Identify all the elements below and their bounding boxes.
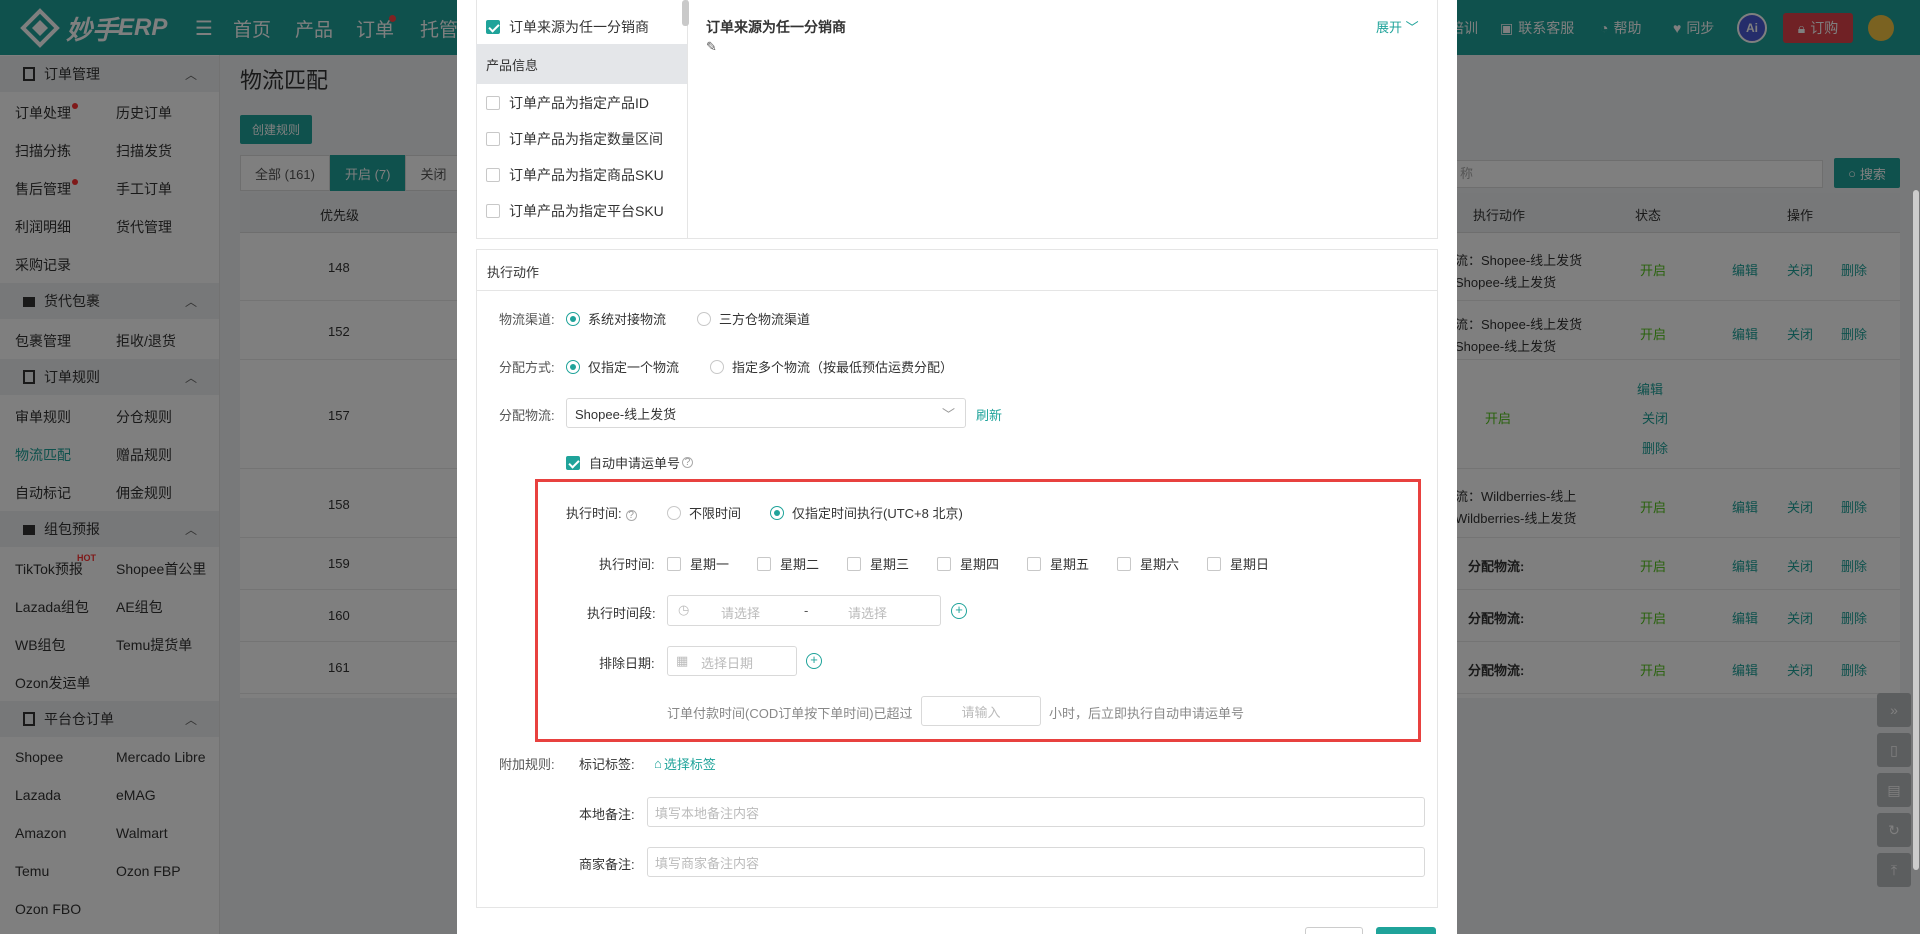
alloc-mode-label: 分配方式: xyxy=(499,360,555,375)
condition-product-id[interactable]: 订单产品为指定产品ID xyxy=(486,93,649,113)
page-scrollbar[interactable] xyxy=(1913,190,1919,870)
help-icon: ? xyxy=(682,457,694,468)
condition-label: 订单产品为指定平台SKU xyxy=(509,203,664,219)
radio-label: 三方仓物流渠道 xyxy=(719,312,811,327)
condition-quantity-range[interactable]: 订单产品为指定数量区间 xyxy=(486,129,663,149)
chevron-down-icon: ﹀ xyxy=(1402,20,1419,35)
condition-distributor[interactable]: 订单来源为任一分销商 xyxy=(486,17,649,37)
refresh-link[interactable]: 刷新 xyxy=(976,405,1002,424)
save-button[interactable] xyxy=(1376,927,1436,934)
channel-label: 物流渠道: xyxy=(499,312,555,327)
condition-product-sku[interactable]: 订单产品为指定商品SKU xyxy=(486,165,664,185)
radio-label: 指定多个物流（按最低预估运费分配） xyxy=(732,360,954,375)
condition-platform-sku[interactable]: 订单产品为指定平台SKU xyxy=(486,201,664,221)
rule-edit-modal: 订单来源为任一分销商 产品信息 订单产品为指定产品ID 订单产品为指定数量区间 … xyxy=(457,0,1457,934)
exec-title: 执行动作 xyxy=(487,265,540,280)
radio-label: 系统对接物流 xyxy=(588,312,667,327)
cancel-button[interactable] xyxy=(1305,927,1363,934)
highlight-box xyxy=(535,479,1421,742)
condition-label: 订单产品为指定数量区间 xyxy=(509,131,663,147)
expand-link[interactable]: 展开 ﹀ xyxy=(1376,17,1419,36)
checkbox-icon[interactable] xyxy=(486,168,500,182)
merchant-note-label: 商家备注: xyxy=(579,857,635,872)
local-note-input[interactable]: 填写本地备注内容 xyxy=(647,797,1425,827)
radio-icon[interactable] xyxy=(697,311,711,326)
local-note-label: 本地备注: xyxy=(579,807,635,822)
alloc-logistics-label: 分配物流: xyxy=(499,408,555,423)
radio-third-party-warehouse[interactable]: 三方仓物流渠道 xyxy=(697,309,810,328)
tag-label: 标记标签: xyxy=(579,757,635,772)
chevron-down-icon: ﹀ xyxy=(941,407,955,422)
radio-system-logistics[interactable]: 系统对接物流 xyxy=(566,309,666,328)
checkbox-checked-icon[interactable] xyxy=(486,20,500,34)
auto-apply-label: 自动申请运单号 xyxy=(589,456,681,471)
edit-pencil-icon[interactable]: ✎ xyxy=(706,39,717,55)
logistics-select-value: Shopee-线上发货 xyxy=(575,406,677,422)
radio-checked-icon[interactable] xyxy=(566,311,580,326)
radio-checked-icon[interactable] xyxy=(566,359,580,374)
radio-label: 仅指定一个物流 xyxy=(588,360,680,375)
merchant-note-input[interactable]: 填写商家备注内容 xyxy=(647,847,1425,877)
checkbox-checked-icon[interactable] xyxy=(566,455,580,470)
radio-multiple-logistics[interactable]: 指定多个物流（按最低预估运费分配） xyxy=(710,357,953,376)
checkbox-icon[interactable] xyxy=(486,204,500,218)
checkbox-icon[interactable] xyxy=(486,96,500,110)
tag-icon: ⌂ xyxy=(654,756,662,771)
expand-label: 展开 xyxy=(1376,20,1403,35)
condition-title: 订单来源为任一分销商 xyxy=(706,19,846,35)
logistics-select[interactable]: Shopee-线上发货 ﹀ xyxy=(566,398,966,428)
extra-rules-label: 附加规则: xyxy=(499,757,555,772)
select-tag-link[interactable]: ⌂ 选择标签 xyxy=(654,754,716,773)
condition-list: 订单来源为任一分销商 产品信息 订单产品为指定产品ID 订单产品为指定数量区间 … xyxy=(476,0,689,238)
condition-label: 订单来源为任一分销商 xyxy=(509,19,649,35)
condition-label: 订单产品为指定商品SKU xyxy=(509,167,664,183)
checkbox-icon[interactable] xyxy=(486,132,500,146)
list-scrollbar[interactable] xyxy=(682,0,689,26)
select-tag-label: 选择标签 xyxy=(663,757,716,772)
auto-apply-checkbox[interactable]: 自动申请运单号? xyxy=(566,453,694,472)
condition-label: 订单产品为指定产品ID xyxy=(509,95,649,111)
exec-panel-header xyxy=(476,249,1438,291)
radio-icon[interactable] xyxy=(710,359,724,374)
section-product-info: 产品信息 xyxy=(486,58,539,73)
radio-single-logistics[interactable]: 仅指定一个物流 xyxy=(566,357,679,376)
